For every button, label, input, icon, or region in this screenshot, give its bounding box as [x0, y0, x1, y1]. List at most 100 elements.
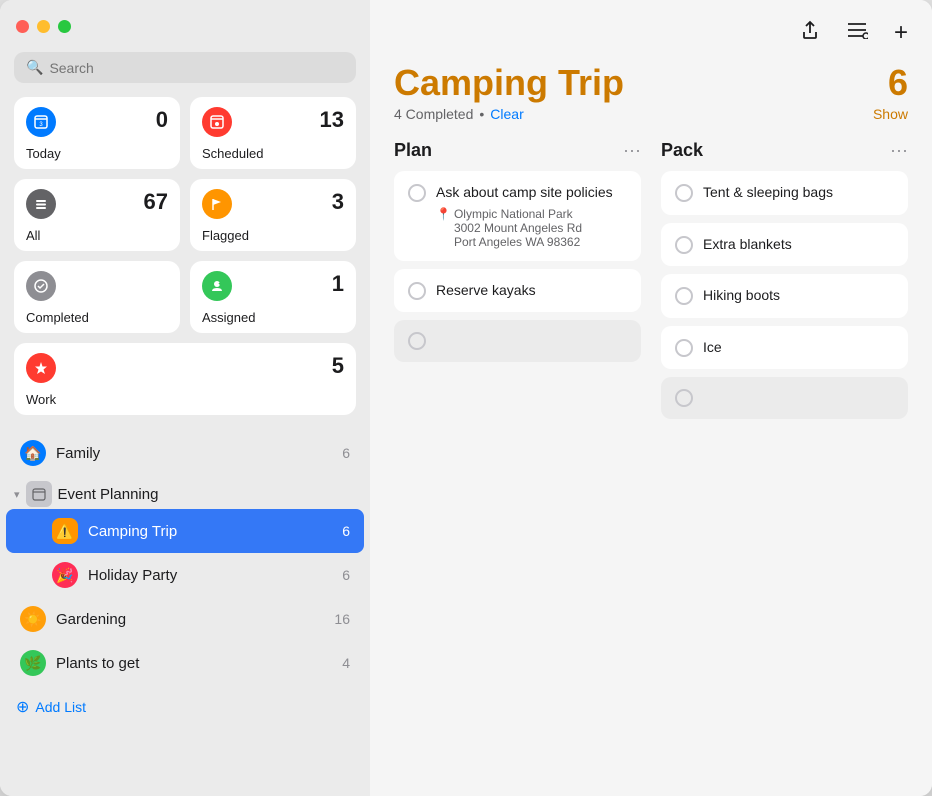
flagged-count: 3	[332, 189, 344, 215]
completed-icon	[26, 271, 56, 301]
task-row: Ice	[675, 338, 894, 358]
smart-list-scheduled[interactable]: 13 Scheduled	[190, 97, 356, 169]
toolbar: +	[370, 0, 932, 52]
task-radio[interactable]	[675, 287, 693, 305]
task-card[interactable]: Reserve kayaks	[394, 269, 641, 313]
event-planning-label: Event Planning	[58, 486, 159, 503]
plants-count: 4	[342, 655, 350, 671]
completed-label: Completed	[26, 306, 168, 325]
list-title: Camping Trip	[394, 62, 624, 104]
add-list-button[interactable]: ⊕ Add List	[0, 685, 370, 729]
work-icon	[26, 353, 56, 383]
location-text: Olympic National Park3002 Mount Angeles …	[454, 207, 582, 249]
task-radio[interactable]	[675, 184, 693, 202]
task-text: Tent & sleeping bags	[703, 183, 833, 203]
main-content: + Camping Trip 6 4 Completed • Clear Sho…	[370, 0, 932, 796]
completed-row: 4 Completed • Clear Show	[394, 106, 908, 122]
task-radio[interactable]	[675, 339, 693, 357]
list-item-holiday-party[interactable]: 🎉 Holiday Party 6	[6, 553, 364, 597]
task-card[interactable]: Ask about camp site policies 📍 Olympic N…	[394, 171, 641, 261]
svg-text:3: 3	[39, 122, 43, 128]
group-event-planning[interactable]: ▾ Event Planning	[0, 475, 370, 509]
holiday-party-icon: 🎉	[52, 562, 78, 588]
smart-list-flagged[interactable]: 3 Flagged	[190, 179, 356, 251]
all-count: 67	[144, 189, 168, 215]
clear-button[interactable]: Clear	[490, 106, 523, 122]
task-row: Hiking boots	[675, 286, 894, 306]
gardening-count: 16	[334, 611, 350, 627]
close-button[interactable]	[16, 20, 29, 33]
scheduled-count: 13	[320, 107, 344, 133]
task-card[interactable]: Tent & sleeping bags	[661, 171, 908, 215]
task-radio[interactable]	[408, 184, 426, 202]
share-button[interactable]	[796, 15, 824, 51]
all-icon	[26, 189, 56, 219]
list-item-family[interactable]: 🏠 Family 6	[6, 431, 364, 475]
task-text: Reserve kayaks	[436, 281, 536, 301]
flagged-icon	[202, 189, 232, 219]
task-radio[interactable]	[675, 236, 693, 254]
dot-separator: •	[479, 106, 484, 122]
plan-more-button[interactable]: ···	[623, 140, 641, 161]
add-task-button[interactable]: +	[890, 15, 912, 51]
add-list-icon: ⊕	[16, 697, 29, 717]
plants-icon: 🌿	[20, 650, 46, 676]
task-card[interactable]: Ice	[661, 326, 908, 370]
chevron-down-icon: ▾	[14, 488, 20, 501]
family-icon: 🏠	[20, 440, 46, 466]
gardening-icon: ☀️	[20, 606, 46, 632]
plan-column-header: Plan ···	[394, 140, 641, 161]
task-card[interactable]: Hiking boots	[661, 274, 908, 318]
search-bar[interactable]: 🔍	[14, 52, 356, 83]
assigned-count: 1	[332, 271, 344, 297]
list-item-camping-trip[interactable]: ⚠️ Camping Trip 6	[6, 509, 364, 553]
task-radio[interactable]	[408, 282, 426, 300]
smart-list-today[interactable]: 3 0 Today	[14, 97, 180, 169]
holiday-party-label: Holiday Party	[88, 567, 332, 584]
list-item-gardening[interactable]: ☀️ Gardening 16	[6, 597, 364, 641]
task-row: Tent & sleeping bags	[675, 183, 894, 203]
task-text: Extra blankets	[703, 235, 792, 255]
add-list-label: Add List	[35, 699, 86, 715]
family-count: 6	[342, 445, 350, 461]
holiday-party-count: 6	[342, 567, 350, 583]
pack-column-header: Pack ···	[661, 140, 908, 161]
empty-task-radio	[675, 389, 693, 407]
flagged-label: Flagged	[202, 224, 344, 243]
completed-text: 4 Completed	[394, 106, 473, 122]
gardening-label: Gardening	[56, 611, 324, 628]
camping-trip-count: 6	[342, 523, 350, 539]
smart-list-work[interactable]: 5 Work	[14, 343, 356, 415]
today-icon: 3	[26, 107, 56, 137]
task-text: Ask about camp site policies	[436, 183, 613, 203]
assigned-label: Assigned	[202, 306, 344, 325]
maximize-button[interactable]	[58, 20, 71, 33]
location-pin-icon: 📍	[436, 207, 451, 221]
minimize-button[interactable]	[37, 20, 50, 33]
work-label: Work	[26, 388, 344, 407]
event-planning-icon	[26, 481, 52, 507]
search-input[interactable]	[49, 60, 344, 76]
scheduled-label: Scheduled	[202, 142, 344, 161]
family-label: Family	[56, 445, 332, 462]
smart-list-all[interactable]: 67 All	[14, 179, 180, 251]
plan-column-title: Plan	[394, 140, 432, 161]
task-row: Extra blankets	[675, 235, 894, 255]
work-count: 5	[332, 353, 344, 379]
pack-more-button[interactable]: ···	[890, 140, 908, 161]
show-button[interactable]: Show	[873, 106, 908, 122]
task-card-empty	[394, 320, 641, 362]
empty-task-radio	[408, 332, 426, 350]
smart-list-assigned[interactable]: 1 Assigned	[190, 261, 356, 333]
today-label: Today	[26, 142, 168, 161]
lists-section: 🏠 Family 6 ▾ Event Planning ⚠️ Camping T…	[0, 425, 370, 796]
task-card[interactable]: Extra blankets	[661, 223, 908, 267]
list-options-button[interactable]	[842, 17, 872, 49]
app-window: 🔍 3 0 Today	[0, 0, 932, 796]
smart-list-completed[interactable]: Completed	[14, 261, 180, 333]
task-text: Ice	[703, 338, 722, 358]
all-label: All	[26, 224, 168, 243]
content-area: Camping Trip 6 4 Completed • Clear Show …	[370, 52, 932, 796]
camping-trip-icon: ⚠️	[52, 518, 78, 544]
list-item-plants-to-get[interactable]: 🌿 Plants to get 4	[6, 641, 364, 685]
